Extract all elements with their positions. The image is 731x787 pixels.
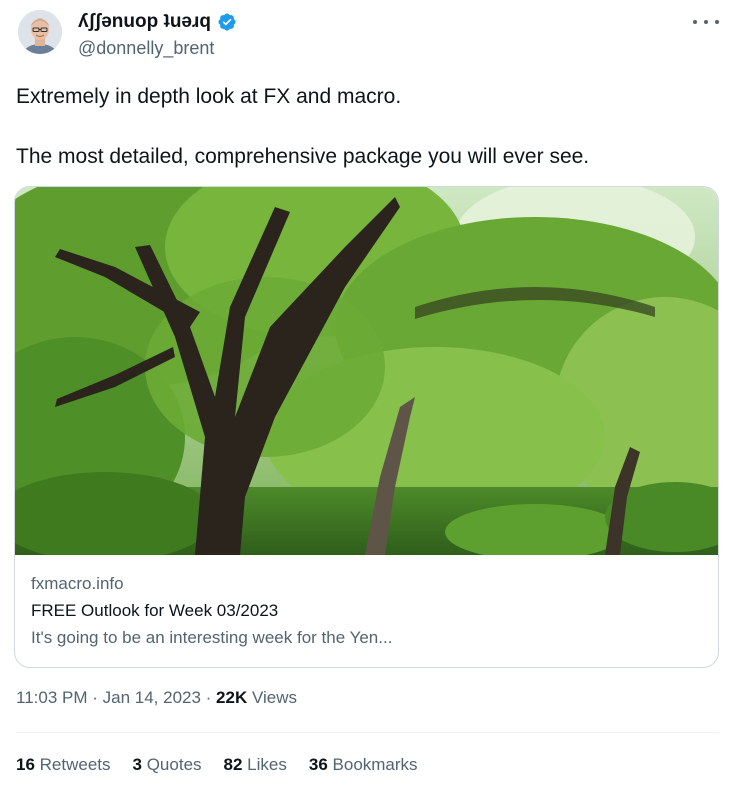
dot xyxy=(704,20,708,24)
author-handle[interactable]: @donnelly_brent xyxy=(78,38,237,59)
quotes-stat[interactable]: 3 Quotes xyxy=(133,755,202,775)
card-domain: fxmacro.info xyxy=(31,574,124,593)
display-name[interactable]: ʎʃʃǝnuop ʇuǝɹq xyxy=(78,11,211,33)
bookmarks-stat[interactable]: 36 Bookmarks xyxy=(309,755,418,775)
retweets-label: Retweets xyxy=(34,755,111,774)
card-body: fxmacro.info FREE Outlook for Week 03/20… xyxy=(31,573,702,649)
views-count: 22K xyxy=(216,688,248,707)
card-title: FREE Outlook for Week 03/2023 xyxy=(31,601,279,620)
tweet-meta: 11:03 PM · Jan 14, 2023 · 22K Views xyxy=(16,688,297,708)
avatar[interactable] xyxy=(18,10,62,54)
meta-separator: · xyxy=(200,688,217,707)
tweet-time[interactable]: 11:03 PM xyxy=(16,688,88,707)
engagement-stats: 16 Retweets 3 Quotes 82 Likes 36 Bookmar… xyxy=(16,755,418,775)
likes-label: Likes xyxy=(242,755,287,774)
quotes-label: Quotes xyxy=(141,755,202,774)
retweets-count: 16 xyxy=(16,755,35,774)
tweet-header: ʎʃʃǝnuop ʇuǝɹq @donnelly_brent xyxy=(16,8,721,64)
dot xyxy=(715,20,719,24)
author-info: ʎʃʃǝnuop ʇuǝɹq @donnelly_brent xyxy=(78,10,237,59)
meta-separator: · xyxy=(87,688,103,707)
card-image xyxy=(15,187,718,555)
tweet-line-1: Extremely in depth look at FX and macro. xyxy=(16,85,402,108)
avatar-image xyxy=(18,10,62,54)
retweets-stat[interactable]: 16 Retweets xyxy=(16,755,111,775)
name-row: ʎʃʃǝnuop ʇuǝɹq xyxy=(78,10,237,34)
bookmarks-label: Bookmarks xyxy=(327,755,418,774)
likes-stat[interactable]: 82 Likes xyxy=(224,755,287,775)
dot xyxy=(693,20,697,24)
card-description: It's going to be an interesting week for… xyxy=(31,628,393,647)
likes-count: 82 xyxy=(223,755,243,774)
tweet-text: Extremely in depth look at FX and macro.… xyxy=(16,82,715,172)
quotes-count: 3 xyxy=(132,755,142,774)
tweet-date[interactable]: Jan 14, 2023 xyxy=(103,688,201,707)
verified-badge-icon xyxy=(217,12,237,32)
more-dots-icon[interactable] xyxy=(693,12,719,32)
views-label: Views xyxy=(247,688,297,707)
bookmarks-count: 36 xyxy=(308,755,328,774)
link-card[interactable]: fxmacro.info FREE Outlook for Week 03/20… xyxy=(14,186,719,668)
tweet-line-2: The most detailed, comprehensive package… xyxy=(16,145,590,168)
divider xyxy=(16,732,719,733)
